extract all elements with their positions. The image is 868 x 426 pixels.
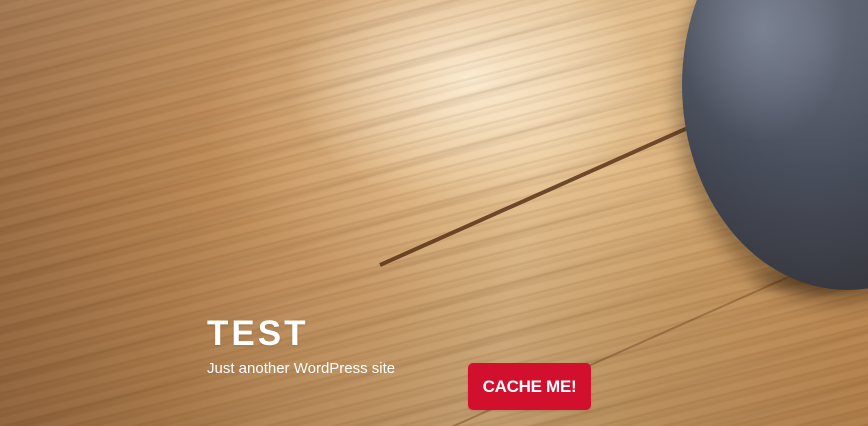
custom-header: TEST Just another WordPress site CACHE M… <box>0 0 868 426</box>
header-overlay <box>0 0 868 426</box>
cache-me-button[interactable]: CACHE ME! <box>468 363 591 410</box>
site-title[interactable]: TEST <box>207 314 395 354</box>
site-branding: TEST Just another WordPress site <box>207 314 395 378</box>
site-description: Just another WordPress site <box>207 360 396 377</box>
